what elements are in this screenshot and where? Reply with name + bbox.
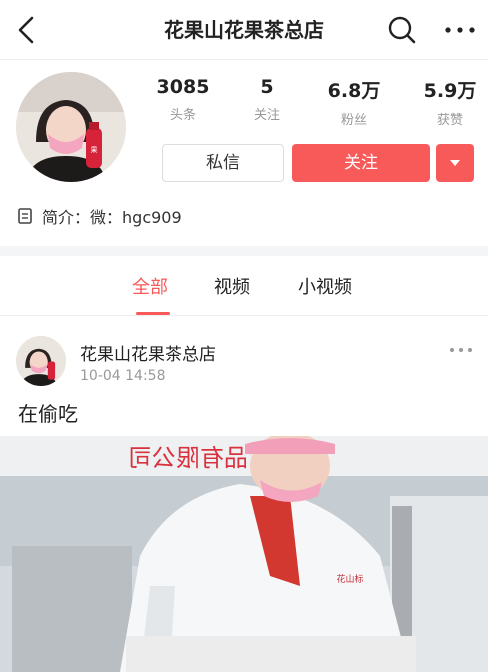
post-text: 在偷吃: [18, 402, 78, 426]
stat-followers-label: 粉丝: [340, 113, 367, 128]
stat-following-label: 关注: [253, 108, 280, 123]
follow-options-button[interactable]: [436, 144, 474, 182]
tab-all[interactable]: 全部: [132, 273, 168, 299]
section-divider: [0, 246, 488, 256]
document-icon: [18, 208, 32, 224]
post-photo: 食品有限公司 花山标: [0, 436, 488, 672]
avatar-photo: 果: [16, 72, 126, 182]
search-icon: [388, 16, 416, 44]
stat-posts-label: 头条: [169, 108, 196, 123]
bio: 简介： 微：hgc909: [18, 204, 182, 228]
stat-following[interactable]: 5 关注: [232, 76, 302, 123]
stat-likes-label: 获赞: [436, 113, 463, 128]
active-tab-indicator: [136, 312, 170, 315]
post-author-name[interactable]: 花果山花果茶总店: [80, 340, 216, 365]
profile-header: 果 3085 头条 5 关注 6.8万 粉丝 5.9万 获赞 私信 关注 简介：…: [0, 60, 488, 246]
top-nav-bar: 花果山花果茶总店: [0, 0, 488, 60]
stat-likes-value: 5.9万: [423, 80, 477, 102]
bio-text: 微：hgc909: [90, 208, 182, 227]
post-image[interactable]: 食品有限公司 花山标: [0, 436, 488, 672]
stat-likes[interactable]: 5.9万 获赞: [415, 76, 485, 128]
stat-followers[interactable]: 6.8万 粉丝: [319, 76, 389, 128]
caret-down-icon: [450, 160, 460, 166]
stat-posts[interactable]: 3085 头条: [148, 76, 218, 123]
more-button[interactable]: [440, 14, 480, 46]
avatar-photo: [16, 336, 66, 386]
post-more-button[interactable]: [446, 342, 476, 358]
content-tabs: 全部 视频 小视频: [0, 256, 488, 316]
avatar[interactable]: 果: [16, 72, 126, 182]
uniform-text: 花山标: [336, 573, 363, 585]
post-timestamp: 10-04 14:58: [80, 368, 166, 384]
tab-videos[interactable]: 视频: [214, 273, 250, 299]
stat-followers-value: 6.8万: [327, 80, 381, 102]
stat-following-value: 5: [260, 76, 274, 98]
follow-button[interactable]: 关注: [292, 144, 430, 182]
search-button[interactable]: [386, 14, 418, 46]
post-author-avatar[interactable]: [16, 336, 66, 386]
svg-text:果: 果: [91, 146, 98, 154]
message-button[interactable]: 私信: [162, 144, 284, 182]
tab-short-videos[interactable]: 小视频: [298, 273, 352, 299]
bio-prefix: 简介：: [42, 208, 91, 227]
more-horizontal-icon: [450, 348, 472, 352]
more-horizontal-icon: [445, 27, 475, 33]
stat-posts-value: 3085: [156, 76, 210, 98]
feed-post[interactable]: 花果山花果茶总店 10-04 14:58 在偷吃 食品有限公司 花山标: [0, 316, 488, 672]
